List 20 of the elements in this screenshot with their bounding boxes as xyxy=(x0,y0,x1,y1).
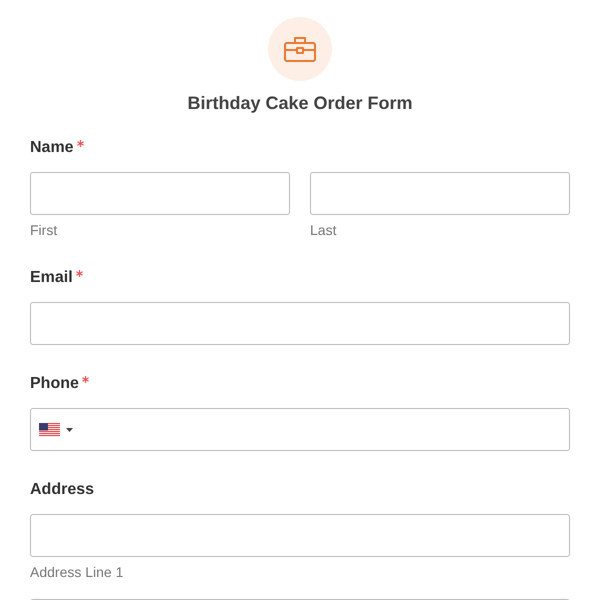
phone-field[interactable] xyxy=(30,408,570,451)
form-title: Birthday Cake Order Form xyxy=(186,93,414,113)
required-icon xyxy=(82,376,89,383)
field-sublabel: Address Line 1 xyxy=(30,563,124,581)
field-label: Name xyxy=(30,138,74,158)
required-icon xyxy=(76,140,84,147)
caret-icon xyxy=(66,428,73,432)
field-label: Email xyxy=(30,268,73,288)
field-sublabel: Last xyxy=(310,221,338,239)
input-field[interactable] xyxy=(30,514,570,557)
field-label: Address xyxy=(30,480,94,500)
input-field[interactable] xyxy=(310,172,570,215)
input-field[interactable] xyxy=(30,172,290,215)
required-icon xyxy=(76,270,83,277)
briefcase-icon xyxy=(284,36,316,62)
field-sublabel: First xyxy=(30,221,58,239)
field-label: Phone xyxy=(30,374,79,394)
country-dropdown[interactable] xyxy=(39,422,73,436)
input-field[interactable] xyxy=(30,302,570,345)
flag-icon xyxy=(39,422,60,436)
